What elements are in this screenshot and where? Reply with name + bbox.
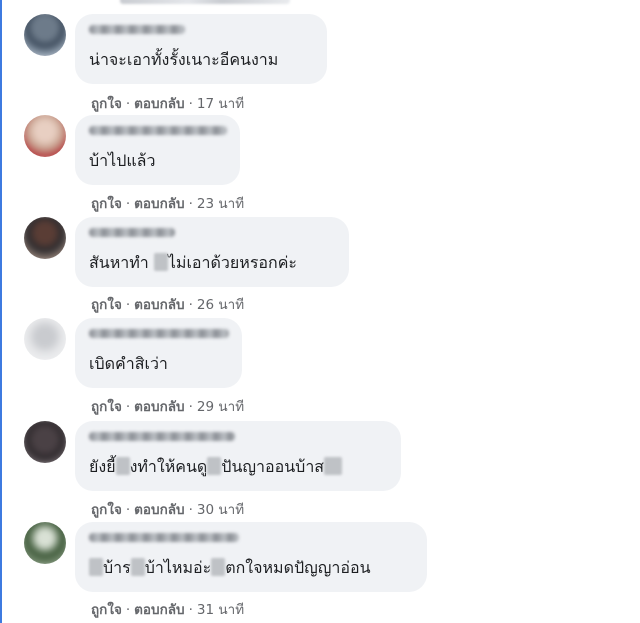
comment-actions: ถูกใจ · ตอบกลับ · 23 นาที xyxy=(91,192,244,214)
separator-dot: · xyxy=(125,502,131,518)
avatar[interactable] xyxy=(24,318,66,360)
like-button[interactable]: ถูกใจ xyxy=(91,297,122,313)
comment-timestamp[interactable]: 26 นาที xyxy=(197,297,244,313)
reply-button[interactable]: ตอบกลับ xyxy=(134,96,184,112)
comment-bubble: สันหาทำ ไม่เอาด้วยหรอกค่ะ xyxy=(75,217,349,287)
comment-text: บ้าร บ้าไหมอ่ะ ตกใจหมดปัญญาอ่อน xyxy=(89,557,371,579)
censor-blur xyxy=(207,457,222,475)
blurred-previous-meta xyxy=(120,0,290,4)
like-button[interactable]: ถูกใจ xyxy=(91,196,122,212)
comment-text: เบิดคำสิเว่า xyxy=(89,354,168,373)
comment-bubble: บ้าไปแล้ว xyxy=(75,115,240,185)
separator-dot: · xyxy=(125,602,131,618)
avatar[interactable] xyxy=(24,115,66,157)
separator-dot: · xyxy=(188,297,193,313)
commenter-name-blurred[interactable] xyxy=(89,329,229,338)
separator-dot: · xyxy=(125,96,131,112)
window-left-border xyxy=(0,0,2,623)
commenter-name-blurred[interactable] xyxy=(89,533,239,542)
comment-timestamp[interactable]: 17 นาที xyxy=(197,96,244,112)
like-button[interactable]: ถูกใจ xyxy=(91,96,122,112)
separator-dot: · xyxy=(188,96,193,112)
comment-actions: ถูกใจ · ตอบกลับ · 17 นาที xyxy=(91,92,244,114)
censor-blur xyxy=(324,457,343,475)
separator-dot: · xyxy=(125,196,131,212)
comment-actions: ถูกใจ · ตอบกลับ · 31 นาที xyxy=(91,598,244,620)
avatar[interactable] xyxy=(24,522,66,564)
comment-timestamp[interactable]: 23 นาที xyxy=(197,196,244,212)
comment-text: ยังยี้ งทำให้คนดู ปันญาออนบ้าส xyxy=(89,456,343,478)
avatar[interactable] xyxy=(24,421,66,463)
comment-bubble: เบิดคำสิเว่า xyxy=(75,318,242,388)
separator-dot: · xyxy=(125,297,131,313)
comment-thread: น่าจะเอาทั้งรั้งเนาะอีคนงาม ถูกใจ · ตอบกลั… xyxy=(0,0,640,623)
separator-dot: · xyxy=(188,502,193,518)
reply-button[interactable]: ตอบกลับ xyxy=(134,502,184,518)
censor-blur xyxy=(89,558,103,576)
comment-text: บ้าไปแล้ว xyxy=(89,151,156,170)
censor-blur xyxy=(115,457,130,475)
comment-timestamp[interactable]: 30 นาที xyxy=(197,502,244,518)
comment-actions: ถูกใจ · ตอบกลับ · 26 นาที xyxy=(91,293,244,315)
avatar[interactable] xyxy=(24,217,66,259)
comment-bubble: บ้าร บ้าไหมอ่ะ ตกใจหมดปัญญาอ่อน xyxy=(75,522,427,592)
comment-bubble: น่าจะเอาทั้งรั้งเนาะอีคนงาม xyxy=(75,14,327,84)
commenter-name-blurred[interactable] xyxy=(89,126,227,135)
like-button[interactable]: ถูกใจ xyxy=(91,399,122,415)
comment-timestamp[interactable]: 31 นาที xyxy=(197,602,244,618)
censor-blur xyxy=(130,558,145,576)
commenter-name-blurred[interactable] xyxy=(89,228,175,237)
like-button[interactable]: ถูกใจ xyxy=(91,502,122,518)
reply-button[interactable]: ตอบกลับ xyxy=(134,602,184,618)
separator-dot: · xyxy=(125,399,131,415)
separator-dot: · xyxy=(188,399,193,415)
comment-text: น่าจะเอาทั้งรั้งเนาะอีคนงาม xyxy=(89,50,279,69)
reply-button[interactable]: ตอบกลับ xyxy=(134,196,184,212)
like-button[interactable]: ถูกใจ xyxy=(91,602,122,618)
comment-text: สันหาทำ ไม่เอาด้วยหรอกค่ะ xyxy=(89,253,297,272)
commenter-name-blurred[interactable] xyxy=(89,432,235,441)
comment-actions: ถูกใจ · ตอบกลับ · 30 นาที xyxy=(91,498,244,520)
comment-bubble: ยังยี้ งทำให้คนดู ปันญาออนบ้าส xyxy=(75,421,401,491)
comment-timestamp[interactable]: 29 นาที xyxy=(197,399,244,415)
comment-actions: ถูกใจ · ตอบกลับ · 29 นาที xyxy=(91,395,244,417)
reply-button[interactable]: ตอบกลับ xyxy=(134,399,184,415)
censor-blur xyxy=(153,253,168,271)
commenter-name-blurred[interactable] xyxy=(89,25,185,34)
censor-blur xyxy=(211,558,226,576)
separator-dot: · xyxy=(188,196,193,212)
avatar[interactable] xyxy=(24,14,66,56)
separator-dot: · xyxy=(188,602,193,618)
reply-button[interactable]: ตอบกลับ xyxy=(134,297,184,313)
